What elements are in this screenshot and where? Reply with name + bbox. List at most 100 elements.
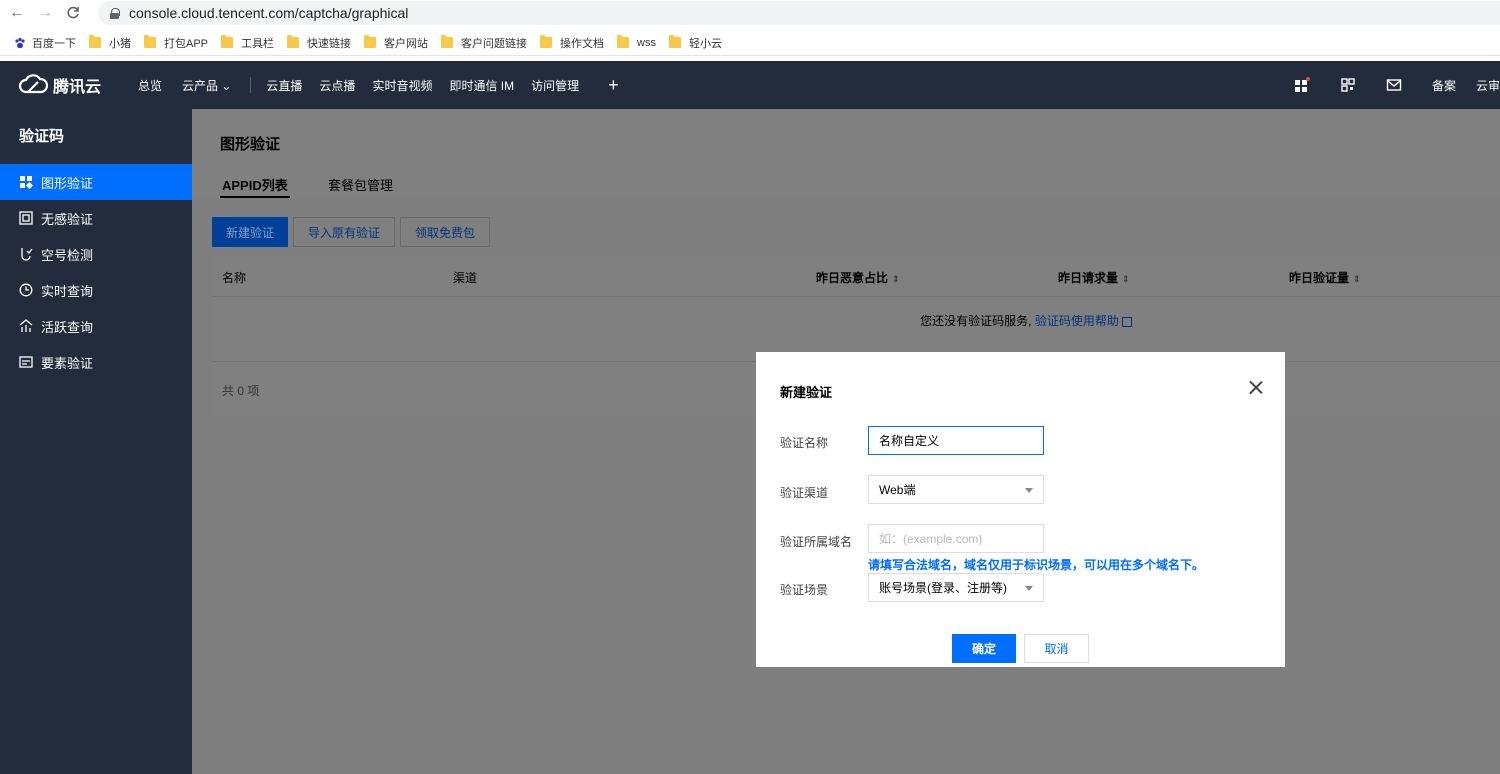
empty-state: 您还没有验证码服务, 验证码使用帮助: [212, 312, 1500, 329]
scene-label: 验证场景: [780, 583, 829, 597]
grid-icon: [20, 176, 33, 189]
sidebar-item-element[interactable]: 要素验证: [0, 344, 192, 380]
bookmark-item[interactable]: 小猪: [89, 35, 131, 51]
sidebar-item-activity[interactable]: 活跃查询: [0, 308, 192, 344]
import-verification-button[interactable]: 导入原有验证: [293, 217, 396, 247]
sidebar-title: 验证码: [19, 128, 65, 145]
bookmark-item[interactable]: 客户问题链接: [441, 35, 527, 51]
qr-code-icon[interactable]: [1340, 77, 1356, 93]
url-text: console.cloud.tencent.com/captcha/graphi…: [129, 5, 409, 21]
reload-icon[interactable]: [62, 2, 84, 24]
help-link-label: 验证码使用帮助: [1034, 314, 1119, 328]
name-input[interactable]: 名称自定义: [868, 426, 1044, 455]
folder-icon: [144, 35, 156, 48]
sidebar-item-realtime[interactable]: 实时查询: [0, 272, 192, 308]
bookmark-item[interactable]: 轻小云: [668, 35, 722, 51]
column-requests[interactable]: 昨日请求量 ⇕: [1058, 269, 1130, 286]
baidu-paw-icon: [15, 37, 25, 48]
name-label: 验证名称: [780, 436, 829, 450]
column-verifications[interactable]: 昨日验证量 ⇕: [1289, 269, 1361, 286]
bookmark-label: wss: [637, 36, 656, 49]
cancel-button[interactable]: 取消: [1024, 634, 1089, 663]
sidebar-item-label: 活跃查询: [41, 319, 94, 335]
nav-link-cam[interactable]: 访问管理: [531, 77, 579, 94]
nav-beian[interactable]: 备案: [1432, 77, 1456, 94]
bookmarks-bar: 百度一下 小猪 打包APP 工具栏 快速链接 客户网站 客户问题链接 操作文档 wss 轻小云: [0, 30, 1500, 56]
apps-grid-icon[interactable]: [1294, 77, 1310, 93]
nav-overview[interactable]: 总览: [138, 77, 162, 94]
url-field[interactable]: console.cloud.tencent.com/captcha/graphi…: [98, 1, 1500, 25]
folder-icon: [89, 35, 101, 48]
page-header: 图形验证 APPID列表 套餐包管理: [192, 109, 1500, 198]
frame-icon: [19, 211, 33, 225]
page-title: 图形验证: [220, 136, 281, 153]
create-verification-dialog: 新建验证 验证名称 名称自定义 验证渠道 Web端 验证所属域名 如：(exam…: [756, 352, 1285, 667]
scene-select[interactable]: 账号场景(登录、注册等): [868, 573, 1044, 602]
folder-icon: [287, 35, 300, 48]
sidebar-item-label: 空号检测: [41, 247, 94, 263]
bookmark-item[interactable]: 工具栏: [221, 35, 274, 51]
back-arrow-icon[interactable]: ←: [6, 2, 28, 24]
channel-label: 验证渠道: [780, 486, 829, 500]
bookmark-item[interactable]: wss: [617, 35, 656, 49]
dialog-title: 新建验证: [780, 385, 833, 400]
tencent-cloud-logo[interactable]: 腾讯云: [18, 73, 118, 97]
sidebar: 验证码 图形验证 无感验证 空号检测 实时查询 活跃查询 要素验证: [0, 109, 192, 774]
bookmark-item[interactable]: 百度一下: [14, 35, 76, 51]
sidebar-item-label: 图形验证: [41, 175, 94, 191]
card-icon: [19, 356, 33, 368]
column-malicious-ratio[interactable]: 昨日恶意占比 ⇕: [816, 269, 900, 286]
column-label: 昨日请求量: [1058, 271, 1119, 285]
folder-icon: [221, 35, 234, 48]
domain-input[interactable]: 如：(example.com): [868, 524, 1044, 553]
clock-icon: [19, 283, 33, 297]
toolbar: 新建验证 导入原有验证 领取免费包: [192, 217, 495, 247]
empty-message: 您还没有验证码服务,: [920, 314, 1032, 328]
nav-audit[interactable]: 云审: [1476, 77, 1500, 94]
channel-select[interactable]: Web端: [868, 475, 1044, 504]
bookmark-item[interactable]: 快速链接: [287, 35, 351, 51]
nav-products-dropdown[interactable]: 云产品 ⌄: [182, 77, 231, 94]
column-name: 名称: [222, 271, 247, 285]
sidebar-item-empty-number[interactable]: 空号检测: [0, 236, 192, 272]
claim-free-package-button[interactable]: 领取免费包: [400, 217, 491, 247]
close-icon[interactable]: [1249, 380, 1263, 394]
activity-icon: [19, 319, 33, 332]
brand-name: 腾讯云: [53, 79, 102, 96]
create-verification-button[interactable]: 新建验证: [212, 217, 289, 247]
browser-address-bar: ← → console.cloud.tencent.com/captcha/gr…: [0, 0, 1500, 26]
domain-label: 验证所属域名: [780, 535, 853, 549]
bookmark-item[interactable]: 打包APP: [144, 35, 208, 51]
sort-icon: ⇕: [1122, 274, 1130, 284]
nav-link-trtc[interactable]: 实时音视频: [372, 77, 432, 94]
bookmark-label: 小猪: [109, 37, 131, 50]
table-header: 名称 渠道 昨日恶意占比 ⇕ 昨日请求量 ⇕ 昨日验证量 ⇕: [212, 257, 1500, 297]
mail-icon[interactable]: [1386, 77, 1402, 93]
sidebar-item-invisible[interactable]: 无感验证: [0, 200, 192, 236]
bookmark-label: 操作文档: [560, 37, 605, 50]
sidebar-item-graphical[interactable]: 图形验证: [0, 164, 192, 200]
bookmark-label: 客户网站: [384, 37, 429, 50]
tab-package-management[interactable]: 套餐包管理: [328, 175, 393, 194]
external-link-icon: [1121, 316, 1132, 327]
nav-link-live[interactable]: 云直播: [266, 77, 302, 94]
bookmark-label: 轻小云: [688, 37, 722, 50]
folder-icon: [668, 35, 681, 48]
add-shortcut-icon[interactable]: +: [608, 75, 619, 96]
bookmark-item[interactable]: 操作文档: [540, 35, 604, 51]
nav-link-im[interactable]: 即时通信 IM: [449, 77, 514, 94]
folder-icon: [441, 35, 454, 48]
sidebar-item-label: 无感验证: [41, 211, 94, 227]
captcha-help-link[interactable]: 验证码使用帮助: [1035, 314, 1132, 328]
forward-arrow-icon[interactable]: →: [34, 2, 56, 24]
confirm-button[interactable]: 确定: [952, 634, 1016, 663]
tab-appid-list[interactable]: APPID列表: [220, 175, 290, 198]
top-nav-right: 备案 云审: [1294, 61, 1500, 109]
bookmark-item[interactable]: 客户网站: [364, 35, 428, 51]
sidebar-item-label: 实时查询: [41, 283, 94, 299]
bookmark-label: 客户问题链接: [461, 37, 528, 50]
nav-link-vod[interactable]: 云点播: [319, 77, 355, 94]
bookmark-label: 快速链接: [307, 37, 352, 50]
console-top-nav: 腾讯云 总览 云产品 ⌄ 云直播 云点播 实时音视频 即时通信 IM 访问管理 …: [0, 61, 1500, 109]
folder-icon: [617, 35, 630, 48]
